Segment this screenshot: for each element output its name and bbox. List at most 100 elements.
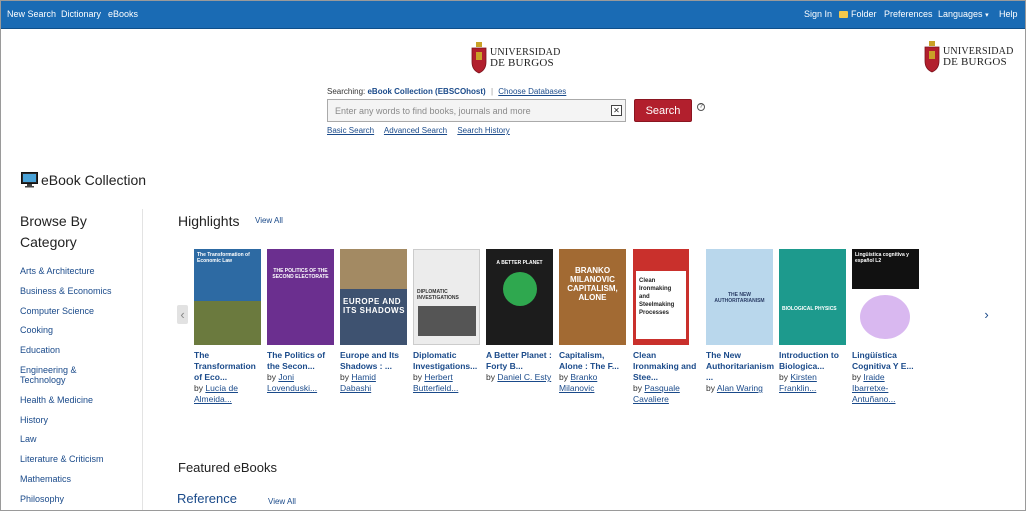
cover-text: A BETTER PLANET bbox=[496, 260, 543, 266]
category-item[interactable]: Computer Science bbox=[20, 306, 135, 316]
nav-dictionary[interactable]: Dictionary bbox=[61, 9, 101, 19]
category-item[interactable]: Arts & Architecture bbox=[20, 266, 135, 276]
book-item[interactable]: THE NEW AUTHORITARIANISM The New Authori… bbox=[706, 249, 774, 394]
highlights-title: Highlights bbox=[178, 213, 240, 229]
searching-label: Searching: bbox=[327, 87, 366, 96]
by-label: by bbox=[486, 372, 495, 382]
book-item[interactable]: BRANKO MILANOVIC CAPITALISM, ALONE Capit… bbox=[559, 249, 627, 394]
book-title[interactable]: The Politics of the Secon... bbox=[267, 350, 335, 372]
category-item[interactable]: Education bbox=[20, 345, 135, 355]
collection-header: eBook Collection bbox=[21, 172, 146, 188]
book-item[interactable]: BIOLOGICAL PHYSICS Introduction to Biolo… bbox=[779, 249, 847, 394]
by-label: by bbox=[779, 372, 788, 382]
book-cover[interactable]: BIOLOGICAL PHYSICS bbox=[779, 249, 846, 345]
book-title[interactable]: The Transformation of Eco... bbox=[194, 350, 262, 383]
clear-icon[interactable]: ✕ bbox=[611, 105, 622, 116]
book-cover[interactable]: DIPLOMATIC INVESTIGATIONS bbox=[413, 249, 480, 345]
reference-view-all-link[interactable]: View All bbox=[268, 497, 296, 506]
book-author-line: by Herbert Butterfield... bbox=[413, 372, 481, 394]
book-cover[interactable]: A BETTER PLANET bbox=[486, 249, 553, 345]
cover-text: THE POLITICS OF THE SECOND ELECTORATE bbox=[272, 268, 329, 280]
reference-section-title[interactable]: Reference bbox=[177, 491, 237, 506]
book-title[interactable]: Capitalism, Alone : The F... bbox=[559, 350, 627, 372]
book-item[interactable]: The Transformation of Economic Law The T… bbox=[194, 249, 262, 405]
category-item[interactable]: History bbox=[20, 415, 135, 425]
book-title[interactable]: Introduction to Biologica... bbox=[779, 350, 847, 372]
nav-sign-in[interactable]: Sign In bbox=[804, 9, 832, 19]
nav-languages[interactable]: Languages ▾ bbox=[938, 9, 989, 19]
carousel-next-arrow[interactable]: › bbox=[981, 305, 992, 324]
nav-folder-label: Folder bbox=[851, 9, 877, 19]
by-label: by bbox=[413, 372, 422, 382]
nav-ebooks[interactable]: eBooks bbox=[108, 9, 138, 19]
by-label: by bbox=[340, 372, 349, 382]
chevron-down-icon: ▾ bbox=[985, 12, 989, 19]
book-item[interactable]: A BETTER PLANET A Better Planet : Forty … bbox=[486, 249, 554, 383]
sidebar-divider bbox=[142, 209, 143, 510]
carousel-prev-arrow[interactable]: ‹ bbox=[177, 305, 188, 324]
book-author-link[interactable]: Alan Waring bbox=[717, 383, 763, 393]
by-label: by bbox=[633, 383, 642, 393]
search-button[interactable]: Search bbox=[634, 99, 692, 122]
nav-help[interactable]: Help bbox=[999, 9, 1018, 19]
cover-text: BRANKO MILANOVIC CAPITALISM, ALONE bbox=[567, 266, 618, 302]
browse-by-category-title: Browse By Category bbox=[20, 213, 87, 250]
book-item[interactable]: Clean Ironmaking and Steelmaking Process… bbox=[633, 249, 701, 405]
book-title[interactable]: Clean Ironmaking and Stee... bbox=[633, 350, 701, 383]
by-label: by bbox=[559, 372, 568, 382]
logo-text-line2: DE BURGOS bbox=[943, 56, 1007, 68]
advanced-search-link[interactable]: Advanced Search bbox=[384, 126, 447, 135]
search-history-link[interactable]: Search History bbox=[457, 126, 509, 135]
category-item[interactable]: Law bbox=[20, 434, 135, 444]
category-item[interactable]: Literature & Criticism bbox=[20, 454, 135, 464]
category-item[interactable]: Mathematics bbox=[20, 474, 135, 484]
choose-databases-link[interactable]: Choose Databases bbox=[498, 87, 566, 96]
book-title[interactable]: The New Authoritarianism ... bbox=[706, 350, 774, 383]
crest-icon bbox=[471, 42, 487, 74]
book-author-line: by Kirsten Franklin... bbox=[779, 372, 847, 394]
book-author-line: by Joni Lovenduski... bbox=[267, 372, 335, 394]
by-label: by bbox=[706, 383, 715, 393]
book-title[interactable]: A Better Planet : Forty B... bbox=[486, 350, 554, 372]
help-icon[interactable]: ? bbox=[697, 103, 705, 111]
nav-folder[interactable]: Folder bbox=[839, 9, 877, 19]
featured-ebooks-title: Featured eBooks bbox=[178, 460, 278, 475]
book-item[interactable]: THE POLITICS OF THE SECOND ELECTORATE Th… bbox=[267, 249, 335, 394]
book-author-link[interactable]: Daniel C. Esty bbox=[497, 372, 551, 382]
category-item[interactable]: Cooking bbox=[20, 325, 135, 335]
book-title[interactable]: Diplomatic Investigations... bbox=[413, 350, 481, 372]
search-input[interactable] bbox=[328, 100, 598, 121]
cover-text: Clean Ironmaking and Steelmaking Process… bbox=[639, 278, 675, 316]
cover-text: BIOLOGICAL PHYSICS bbox=[782, 306, 837, 312]
book-item[interactable]: DIPLOMATIC INVESTIGATIONS Diplomatic Inv… bbox=[413, 249, 481, 394]
category-item[interactable]: Engineering & Technology bbox=[20, 365, 100, 385]
top-nav-bar: New Search Dictionary eBooks Sign In Fol… bbox=[1, 1, 1025, 29]
search-options: Basic Search Advanced Search Search Hist… bbox=[327, 126, 518, 135]
category-item[interactable]: Health & Medicine bbox=[20, 395, 135, 405]
collection-title: eBook Collection bbox=[41, 172, 147, 188]
book-cover[interactable]: EUROPE AND ITS SHADOWS bbox=[340, 249, 407, 345]
page-frame: New Search Dictionary eBooks Sign In Fol… bbox=[0, 0, 1026, 511]
book-item[interactable]: Lingüística cognitiva y español L2 Lingü… bbox=[852, 249, 920, 405]
book-title[interactable]: Europe and Its Shadows : ... bbox=[340, 350, 408, 372]
book-title[interactable]: Lingüística Cognitiva Y E... bbox=[852, 350, 920, 372]
nav-languages-label: Languages bbox=[938, 9, 983, 19]
book-author-line: by Hamid Dabashi bbox=[340, 372, 408, 394]
crest-icon bbox=[924, 41, 940, 73]
basic-search-link[interactable]: Basic Search bbox=[327, 126, 374, 135]
book-cover[interactable]: Clean Ironmaking and Steelmaking Process… bbox=[633, 249, 689, 345]
book-item[interactable]: EUROPE AND ITS SHADOWS Europe and Its Sh… bbox=[340, 249, 408, 394]
university-logo-right: UNIVERSIDAD DE BURGOS bbox=[924, 41, 1014, 73]
book-cover[interactable]: Lingüística cognitiva y español L2 bbox=[852, 249, 919, 345]
category-item[interactable]: Business & Economics bbox=[20, 286, 135, 296]
book-cover[interactable]: BRANKO MILANOVIC CAPITALISM, ALONE bbox=[559, 249, 626, 345]
book-author-line: by Branko Milanovic bbox=[559, 372, 627, 394]
book-cover[interactable]: The Transformation of Economic Law bbox=[194, 249, 261, 345]
nav-new-search[interactable]: New Search bbox=[7, 9, 56, 19]
highlights-view-all-link[interactable]: View All bbox=[255, 216, 283, 225]
ebook-monitor-icon bbox=[21, 172, 38, 188]
nav-preferences[interactable]: Preferences bbox=[884, 9, 933, 19]
book-cover[interactable]: THE POLITICS OF THE SECOND ELECTORATE bbox=[267, 249, 334, 345]
book-cover[interactable]: THE NEW AUTHORITARIANISM bbox=[706, 249, 773, 345]
category-item[interactable]: Philosophy bbox=[20, 494, 135, 504]
